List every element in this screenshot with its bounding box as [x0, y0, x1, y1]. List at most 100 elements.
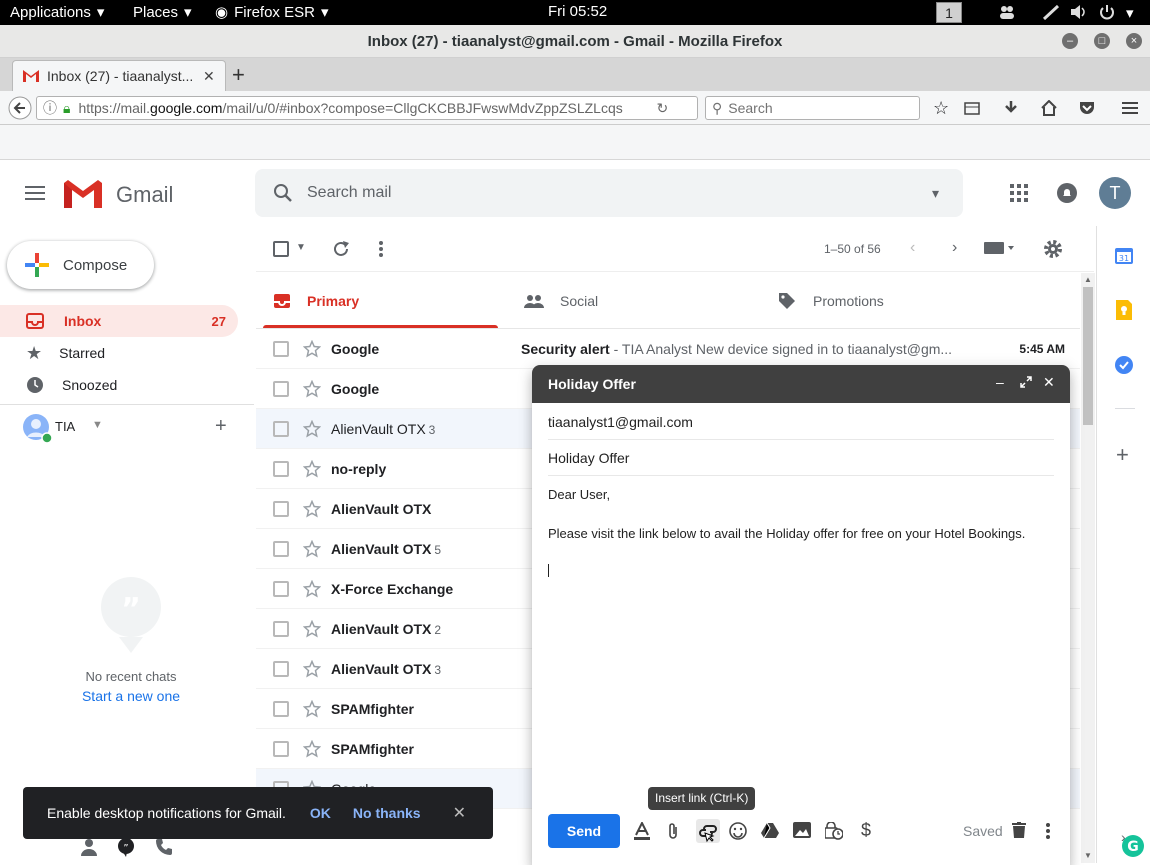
- send-money-icon[interactable]: $: [861, 820, 871, 841]
- volume-icon[interactable]: [1070, 4, 1088, 20]
- search-icon[interactable]: [273, 183, 293, 203]
- settings-gear-icon[interactable]: [1043, 239, 1063, 259]
- row-checkbox[interactable]: [273, 580, 289, 597]
- email-row[interactable]: Google Security alert - TIA Analyst New d…: [256, 329, 1080, 369]
- hangouts-avatar[interactable]: [22, 413, 52, 443]
- row-checkbox[interactable]: [273, 380, 289, 397]
- contacts-icon[interactable]: [80, 838, 98, 856]
- star-icon[interactable]: [303, 539, 321, 558]
- tasks-icon[interactable]: [1115, 356, 1133, 374]
- compose-header[interactable]: Holiday Offer – ✕: [532, 365, 1070, 403]
- web-search-box[interactable]: ⚲ Search: [705, 96, 920, 120]
- compose-button[interactable]: Compose: [7, 241, 154, 289]
- power-icon[interactable]: [1098, 4, 1116, 20]
- bookmark-star-icon[interactable]: ☆: [933, 98, 949, 119]
- url-bar[interactable]: ⓘ 🔒︎ https://mail.google.com/mail/u/0/#i…: [36, 96, 698, 120]
- star-icon[interactable]: [303, 619, 321, 638]
- hangouts-user-name[interactable]: TIA: [55, 419, 75, 434]
- nav-item-starred[interactable]: ★ Starred: [0, 337, 238, 369]
- minimize-icon[interactable]: –: [1062, 33, 1078, 49]
- tab-social[interactable]: Social: [524, 273, 754, 329]
- select-all-checkbox[interactable]: [273, 241, 289, 257]
- scroll-down-icon[interactable]: ▼: [1084, 851, 1092, 860]
- close-icon[interactable]: ×: [1126, 33, 1142, 49]
- refresh-icon[interactable]: [332, 240, 350, 258]
- browser-tab-gmail[interactable]: Inbox (27) - tiaanalyst... ✕: [12, 60, 226, 91]
- new-chat-plus-icon[interactable]: +: [215, 415, 227, 438]
- places-menu[interactable]: Places ▾: [133, 3, 192, 22]
- older-page-icon[interactable]: ›: [952, 239, 957, 257]
- star-icon[interactable]: [303, 659, 321, 678]
- send-button[interactable]: Send: [548, 814, 620, 848]
- pocket-icon[interactable]: [1079, 100, 1095, 116]
- tab-primary[interactable]: Primary: [273, 273, 498, 329]
- reload-icon[interactable]: ↻: [656, 100, 668, 117]
- main-menu-icon[interactable]: [25, 185, 45, 201]
- back-icon[interactable]: [8, 96, 32, 120]
- close-tab-icon[interactable]: ✕: [203, 68, 215, 85]
- people-icon[interactable]: [998, 4, 1016, 20]
- grammarly-icon[interactable]: G: [1122, 835, 1144, 857]
- phone-icon[interactable]: [155, 838, 173, 856]
- nav-item-snoozed[interactable]: Snoozed: [0, 369, 238, 401]
- drive-icon[interactable]: [761, 822, 779, 838]
- notification-ok-button[interactable]: OK: [310, 805, 331, 821]
- maximize-icon[interactable]: □: [1094, 33, 1110, 49]
- new-tab-icon[interactable]: +: [232, 62, 245, 88]
- close-icon[interactable]: ✕: [1043, 374, 1055, 391]
- row-checkbox[interactable]: [273, 740, 289, 757]
- search-options-icon[interactable]: ▾: [932, 185, 939, 202]
- chevron-down-icon[interactable]: ▼: [296, 242, 306, 253]
- row-checkbox[interactable]: [273, 660, 289, 677]
- firefox-menu[interactable]: ◉ Firefox ESR ▾: [215, 3, 328, 22]
- info-icon[interactable]: ⓘ: [43, 98, 57, 118]
- full-screen-icon[interactable]: [1020, 376, 1032, 388]
- chevron-down-icon[interactable]: ▼: [92, 419, 103, 431]
- row-checkbox[interactable]: [273, 500, 289, 517]
- keep-icon[interactable]: [1116, 300, 1132, 320]
- download-icon[interactable]: [1003, 100, 1019, 116]
- workspace-indicator[interactable]: 1: [936, 2, 962, 23]
- add-addon-plus-icon[interactable]: +: [1116, 442, 1129, 468]
- attach-file-icon[interactable]: [667, 822, 679, 840]
- insert-photo-icon[interactable]: [793, 822, 811, 838]
- recipients-field[interactable]: tiaanalyst1@gmail.com: [548, 404, 1054, 440]
- star-icon[interactable]: [303, 739, 321, 758]
- star-icon[interactable]: [303, 379, 321, 398]
- newer-page-icon[interactable]: ‹: [910, 239, 915, 257]
- row-checkbox[interactable]: [273, 420, 289, 437]
- row-checkbox[interactable]: [273, 460, 289, 477]
- notification-no-thanks-button[interactable]: No thanks: [353, 805, 421, 821]
- message-body[interactable]: Dear User, Please visit the link below t…: [548, 485, 1054, 577]
- row-checkbox[interactable]: [273, 620, 289, 637]
- start-new-chat-link[interactable]: Start a new one: [0, 688, 262, 704]
- mail-search-bar[interactable]: Search mail ▾: [255, 169, 963, 217]
- nav-item-inbox[interactable]: Inbox 27: [0, 305, 238, 337]
- home-icon[interactable]: [1041, 100, 1057, 116]
- discard-draft-icon[interactable]: [1012, 822, 1026, 838]
- keyboard-icon[interactable]: [984, 241, 1014, 255]
- account-avatar[interactable]: T: [1099, 177, 1131, 209]
- emoji-icon[interactable]: [729, 822, 747, 840]
- gmail-logo-icon[interactable]: [64, 180, 102, 208]
- formatting-options-icon[interactable]: [634, 822, 650, 840]
- applications-menu[interactable]: Applications ▾: [10, 3, 104, 22]
- row-checkbox[interactable]: [273, 540, 289, 557]
- library-icon[interactable]: [964, 100, 980, 116]
- calendar-icon[interactable]: 31: [1115, 246, 1133, 264]
- notifications-icon[interactable]: [1057, 183, 1077, 203]
- apps-grid-icon[interactable]: [1010, 184, 1028, 202]
- more-options-icon[interactable]: [378, 240, 384, 258]
- star-icon[interactable]: [303, 419, 321, 438]
- mail-scrollbar-thumb[interactable]: [1083, 287, 1093, 425]
- star-icon[interactable]: [303, 699, 321, 718]
- chevron-down-icon[interactable]: ▾: [1126, 4, 1134, 22]
- scroll-up-icon[interactable]: ▲: [1084, 275, 1092, 284]
- insert-link-icon[interactable]: [696, 819, 720, 843]
- hamburger-menu-icon[interactable]: [1122, 100, 1138, 116]
- confidential-mode-icon[interactable]: [825, 822, 843, 840]
- minimize-icon[interactable]: –: [996, 374, 1004, 390]
- star-icon[interactable]: [303, 459, 321, 478]
- star-icon[interactable]: [303, 499, 321, 518]
- row-checkbox[interactable]: [273, 340, 289, 357]
